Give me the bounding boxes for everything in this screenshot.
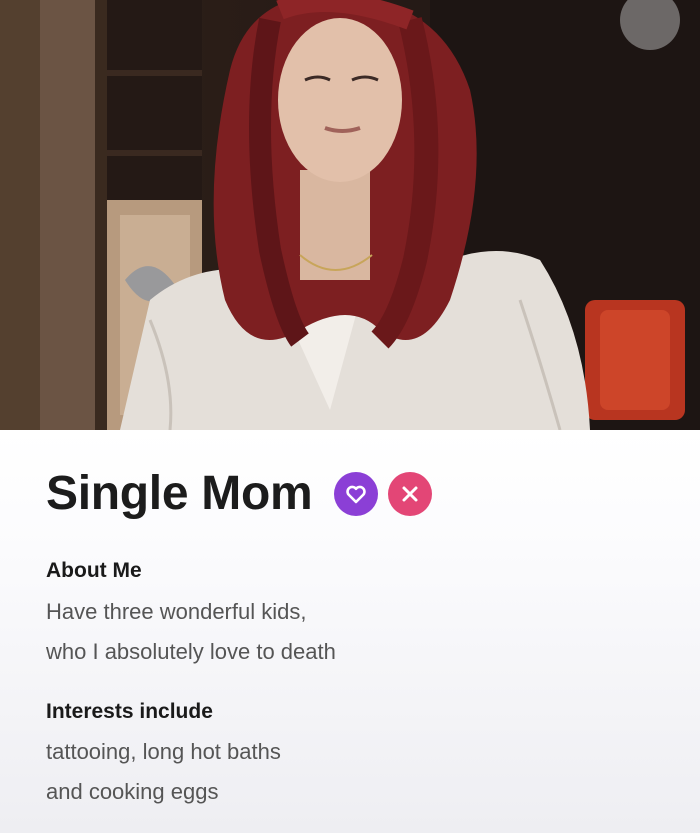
about-line: Have three wonderful kids,: [46, 599, 307, 624]
interests-line: and cooking eggs: [46, 779, 219, 804]
nope-button[interactable]: [388, 472, 433, 516]
profile-photo-illustration: [0, 0, 700, 430]
interests-line: tattooing, long hot baths: [46, 739, 281, 764]
interests-text: tattooing, long hot baths and cooking eg…: [46, 732, 281, 812]
x-icon: [402, 486, 418, 502]
profile-name: Single Mom: [46, 467, 313, 520]
like-button[interactable]: [334, 472, 379, 516]
about-heading: About Me: [46, 559, 142, 582]
profile-card: Single Mom About Me Have three wonderful…: [0, 0, 700, 833]
profile-photo[interactable]: [0, 0, 700, 430]
heart-icon: [346, 485, 367, 504]
about-line: who I absolutely love to death: [46, 639, 336, 664]
about-text: Have three wonderful kids, who I absolut…: [46, 592, 336, 672]
name-row: Single Mom: [46, 466, 433, 522]
profile-info: Single Mom About Me Have three wonderful…: [0, 430, 700, 833]
interests-heading: Interests include: [46, 700, 213, 723]
